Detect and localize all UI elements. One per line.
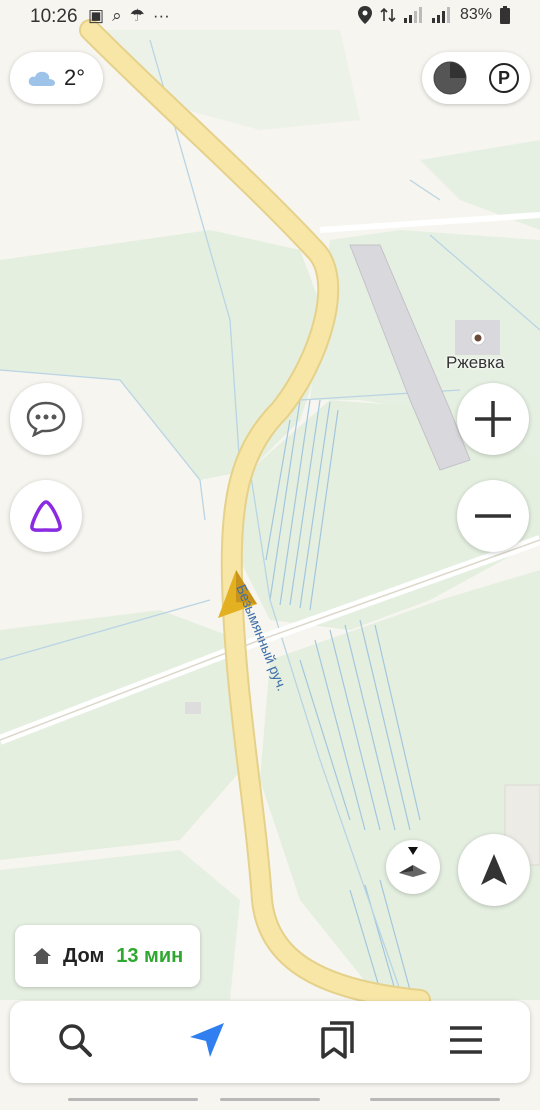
umbrella-icon: ☂ [129,6,145,25]
home-route-chip[interactable]: Дом 13 мин [15,925,200,987]
home-label: Дом [63,944,105,967]
alice-icon [30,500,62,532]
bookmarks-button[interactable] [320,1020,354,1064]
place-marker-dot [474,334,482,342]
status-time: 10:26 [30,6,78,27]
navigator-button[interactable] [188,1021,226,1064]
image-icon: ▣ [88,6,105,25]
location-icon [357,6,372,24]
location-arrow-icon [481,854,507,885]
battery-level: 83% [459,6,492,23]
status-system-icons: 83% [357,6,510,24]
search-icon [59,1023,93,1057]
map-layers-chip: P [422,52,530,104]
plus-icon [475,401,511,437]
status-notification-icons: ▣ ⌕ ☂ ··· [88,6,170,26]
zoom-in-button[interactable] [457,383,529,455]
menu-icon [449,1025,482,1054]
search-icon: ⌕ [112,6,122,25]
home-eta: 13 мин [116,944,184,967]
chat-icon [26,401,66,437]
traffic-layer-icon[interactable] [433,61,467,95]
signal-icon-2 [431,7,450,23]
signal-icon [403,7,422,23]
nav-indicator-center [220,1098,320,1101]
small-building [185,702,201,714]
minus-icon [475,514,511,518]
cloud-icon [28,71,55,86]
parking-layer-icon[interactable]: P [489,63,519,93]
status-bar: 10:26 ▣ ⌕ ☂ ··· 83% [0,0,540,34]
chat-button[interactable] [10,383,82,455]
compass-icon [399,847,427,877]
bookmarks-icon [321,1020,354,1059]
navigator-icon [189,1022,224,1057]
bottom-toolbar [10,1001,530,1083]
menu-button[interactable] [449,1025,483,1060]
temperature: 2° [64,65,86,90]
weather-chip[interactable]: 2° [10,52,103,104]
alice-assistant-button[interactable] [10,480,82,552]
zoom-out-button[interactable] [457,480,529,552]
system-nav-strip [0,1092,540,1110]
nav-indicator-left [68,1098,198,1101]
compass-button[interactable] [386,840,440,894]
battery-icon [500,6,510,24]
home-icon [33,948,51,964]
data-arrows-icon [380,7,396,23]
locate-me-button[interactable] [458,834,530,906]
place-label: Ржевка [446,353,505,372]
search-button[interactable] [57,1022,93,1063]
more-icon: ··· [152,6,170,25]
nav-indicator-right [370,1098,500,1101]
